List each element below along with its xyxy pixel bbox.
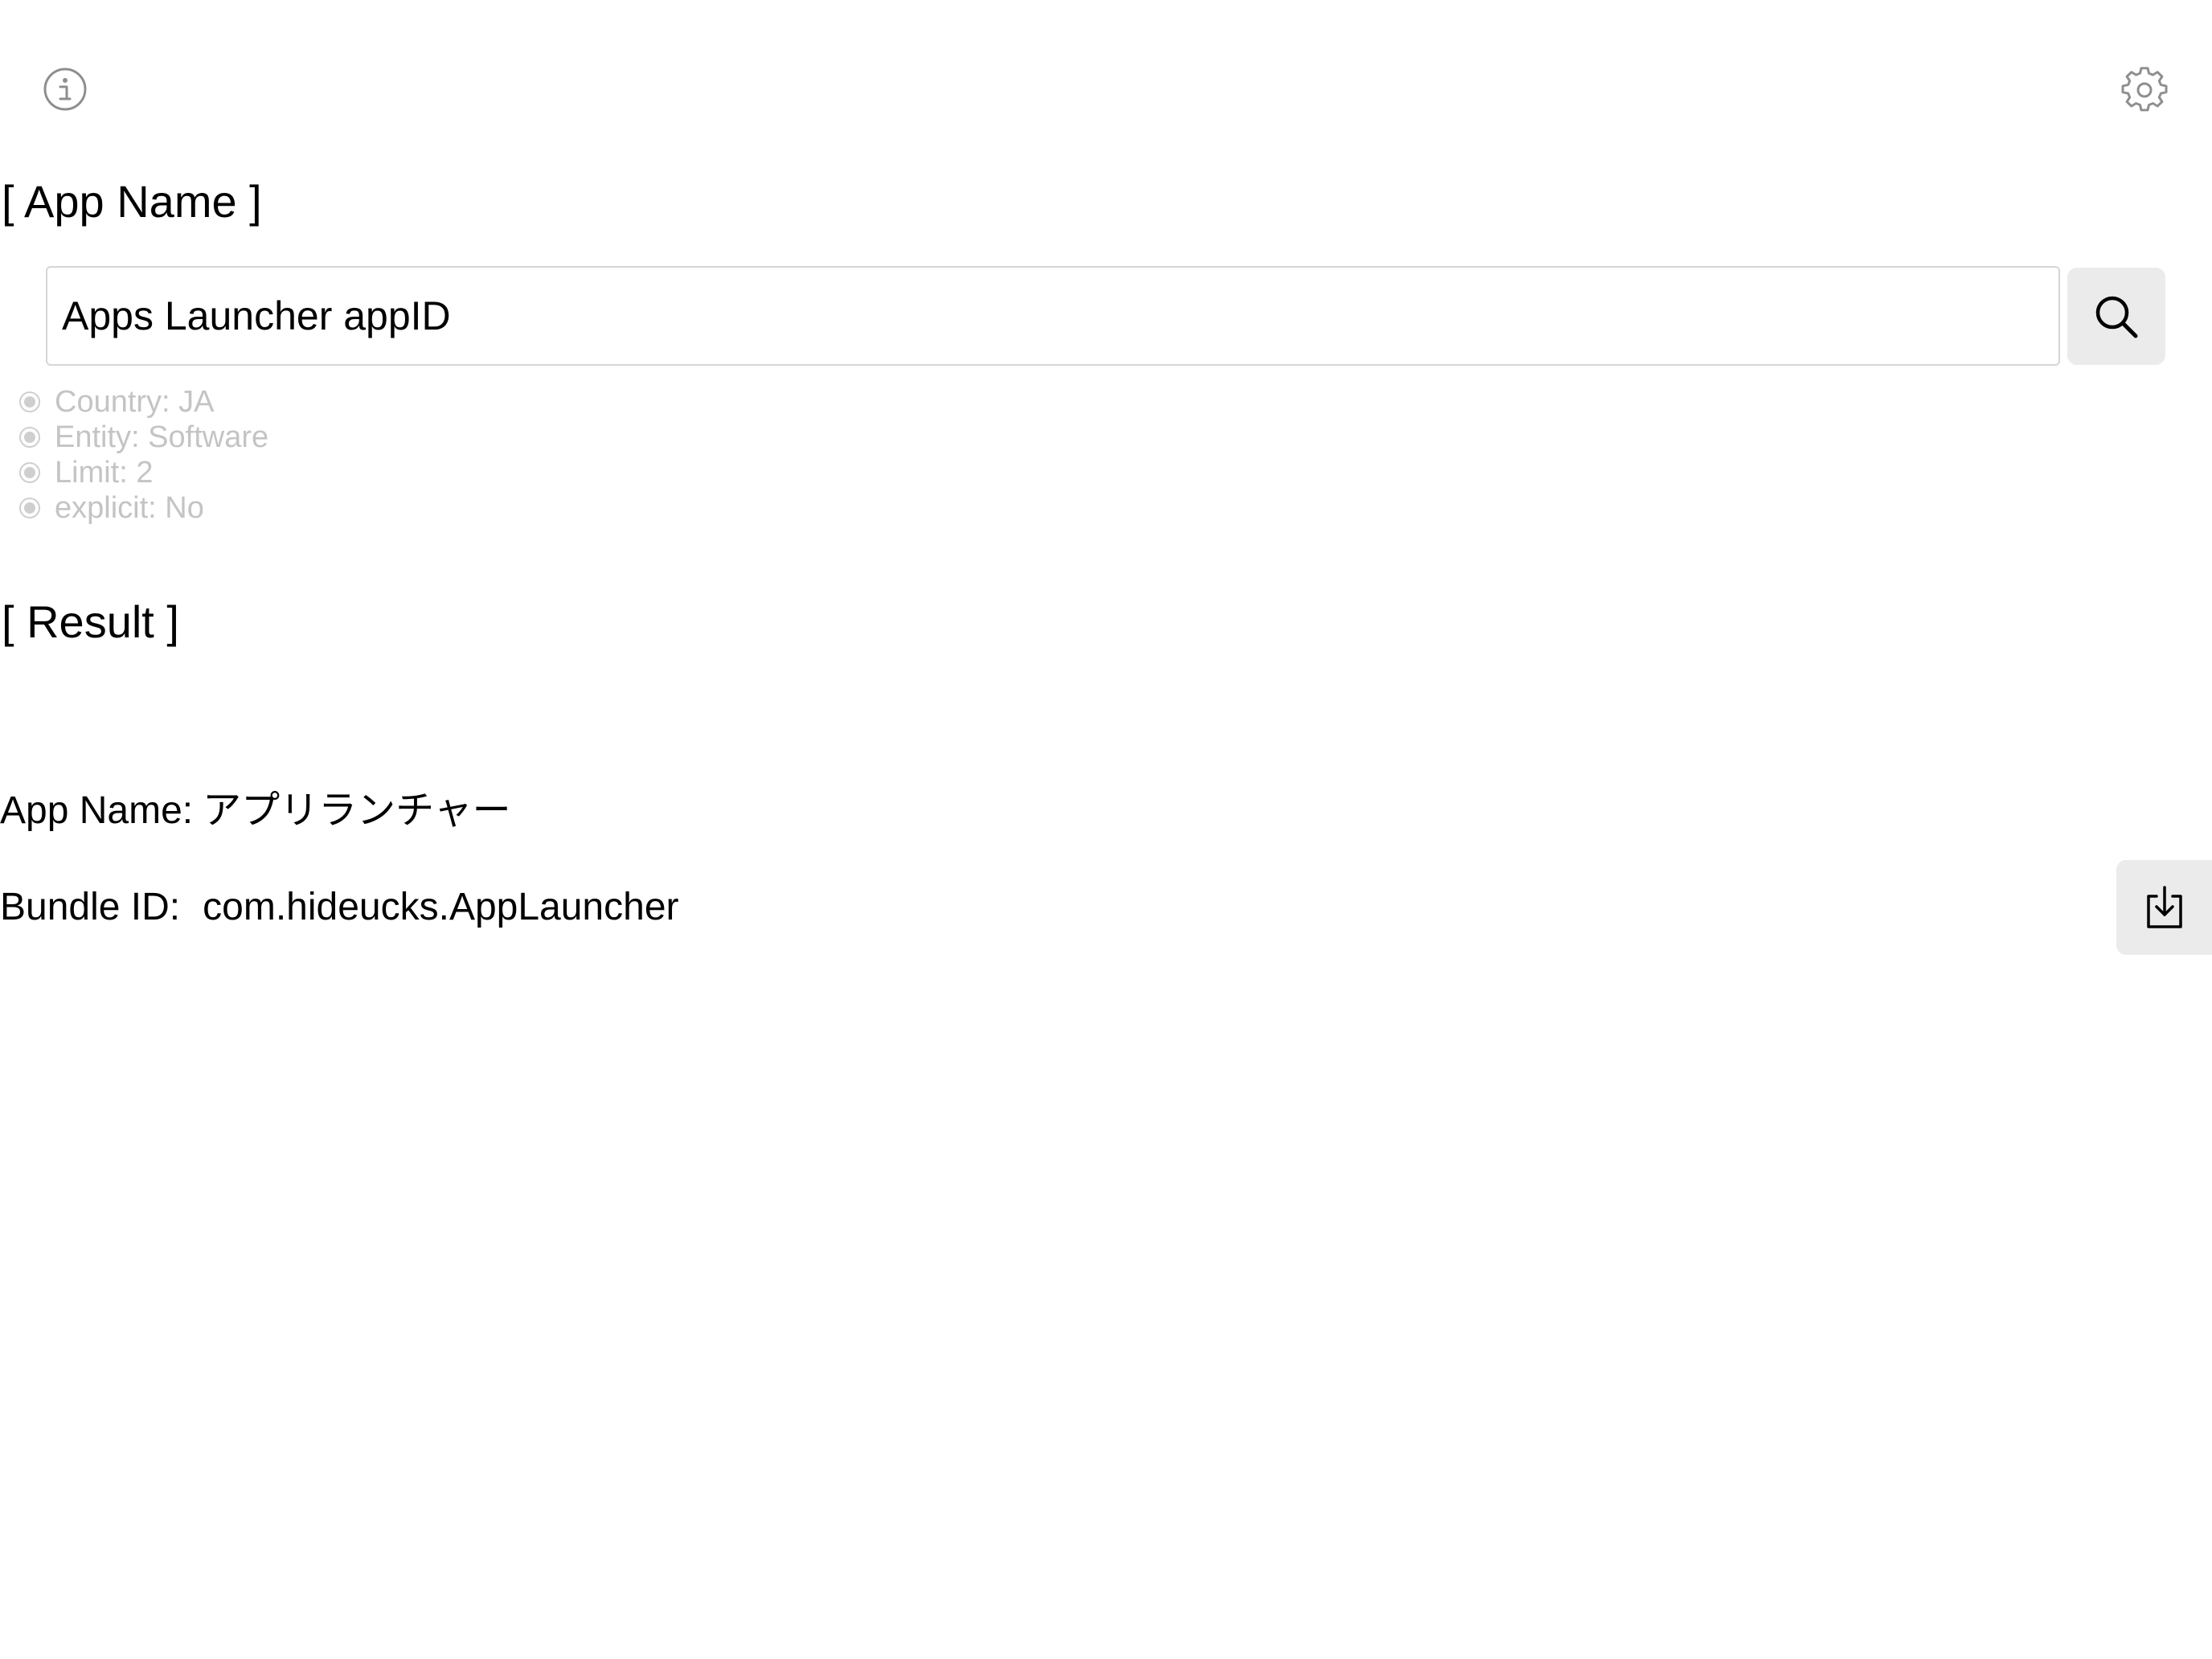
option-limit[interactable]: Limit: 2 bbox=[19, 455, 268, 490]
result-bundle-id: Bundle ID: com.hideucks.AppLauncher bbox=[0, 883, 679, 932]
download-icon bbox=[2146, 886, 2182, 928]
option-explicit[interactable]: explicit: No bbox=[19, 490, 268, 526]
app-name-label: App Name: bbox=[0, 789, 194, 832]
gear-icon bbox=[2121, 67, 2168, 112]
app-name-section-title: [ App Name ] bbox=[2, 176, 262, 227]
result-section-title: [ Result ] bbox=[2, 596, 179, 647]
info-icon bbox=[43, 68, 87, 111]
bundle-id-label: Bundle ID: bbox=[0, 886, 181, 928]
option-label: explicit: No bbox=[55, 490, 204, 525]
bundle-id-value: com.hideucks.AppLauncher bbox=[203, 886, 679, 928]
option-country[interactable]: Country: JA bbox=[19, 384, 268, 420]
result-app-name: App Name: アプリランチャー bbox=[0, 787, 511, 835]
search-options-list: Country: JA Entity: Software Limit: 2 ex… bbox=[19, 384, 268, 526]
radio-icon bbox=[19, 462, 40, 483]
radio-icon bbox=[19, 427, 40, 448]
search-icon bbox=[2095, 296, 2138, 338]
option-entity[interactable]: Entity: Software bbox=[19, 420, 268, 455]
app-name-search-input[interactable] bbox=[46, 266, 2060, 366]
app-name-value: アプリランチャー bbox=[203, 789, 511, 832]
info-button[interactable] bbox=[42, 66, 88, 113]
search-button[interactable] bbox=[2067, 268, 2165, 365]
option-label: Entity: Software bbox=[55, 420, 269, 454]
download-button[interactable] bbox=[2116, 860, 2212, 955]
radio-icon bbox=[19, 498, 40, 518]
option-label: Limit: 2 bbox=[55, 455, 154, 490]
option-label: Country: JA bbox=[55, 384, 215, 419]
radio-icon bbox=[19, 391, 40, 412]
settings-button[interactable] bbox=[2120, 66, 2169, 114]
